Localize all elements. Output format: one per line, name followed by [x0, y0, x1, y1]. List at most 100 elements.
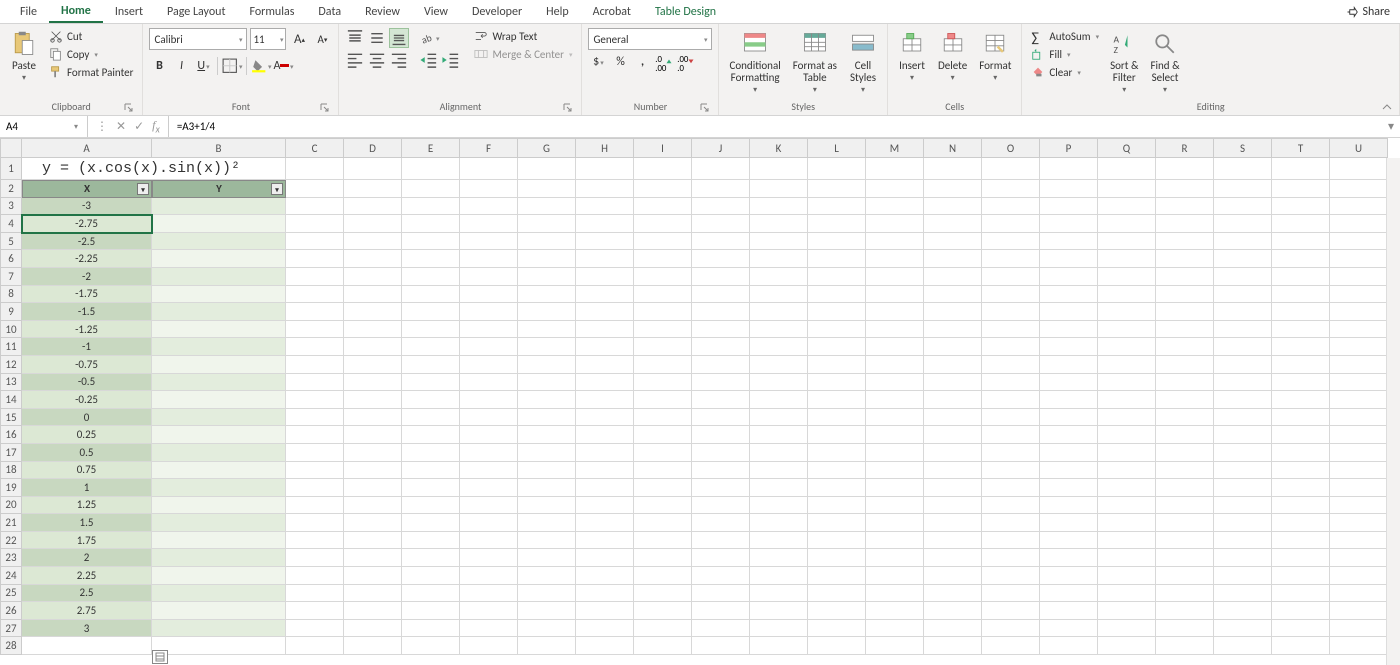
- cell-G17[interactable]: [518, 444, 576, 462]
- cell-D3[interactable]: [344, 198, 402, 216]
- cell-L3[interactable]: [808, 198, 866, 216]
- cell-H17[interactable]: [576, 444, 634, 462]
- cell-S9[interactable]: [1214, 303, 1272, 321]
- cell-U6[interactable]: [1330, 250, 1388, 268]
- cell-E9[interactable]: [402, 303, 460, 321]
- formula-input[interactable]: [169, 120, 1382, 133]
- cell-G3[interactable]: [518, 198, 576, 216]
- column-header-N[interactable]: N: [924, 138, 982, 158]
- borders-button[interactable]: ▾: [222, 56, 242, 76]
- cell-S15[interactable]: [1214, 409, 1272, 427]
- cell-T20[interactable]: [1272, 497, 1330, 515]
- cell-Q4[interactable]: [1098, 215, 1156, 233]
- cell-Q1[interactable]: [1098, 158, 1156, 180]
- cell-P8[interactable]: [1040, 286, 1098, 304]
- cell-U12[interactable]: [1330, 356, 1388, 374]
- cell-K2[interactable]: [750, 180, 808, 198]
- cell-Q25[interactable]: [1098, 585, 1156, 603]
- cell-U27[interactable]: [1330, 620, 1388, 638]
- cell-G25[interactable]: [518, 585, 576, 603]
- percent-format-button[interactable]: %: [610, 52, 630, 72]
- cell-J13[interactable]: [692, 374, 750, 392]
- cell-I27[interactable]: [634, 620, 692, 638]
- cell-S23[interactable]: [1214, 549, 1272, 567]
- cell-C18[interactable]: [286, 462, 344, 480]
- cell-Q28[interactable]: [1098, 637, 1156, 655]
- cell-P27[interactable]: [1040, 620, 1098, 638]
- cell-A3[interactable]: -3: [22, 198, 152, 216]
- cell-N25[interactable]: [924, 585, 982, 603]
- cell-L23[interactable]: [808, 549, 866, 567]
- cell-G6[interactable]: [518, 250, 576, 268]
- cell-L7[interactable]: [808, 268, 866, 286]
- cell-P6[interactable]: [1040, 250, 1098, 268]
- cell-B14[interactable]: [152, 391, 286, 409]
- tab-page-layout[interactable]: Page Layout: [155, 2, 237, 22]
- autofill-options-button[interactable]: [152, 650, 168, 664]
- cell-U5[interactable]: [1330, 233, 1388, 251]
- cell-O24[interactable]: [982, 567, 1040, 585]
- cell-Q7[interactable]: [1098, 268, 1156, 286]
- cell-D18[interactable]: [344, 462, 402, 480]
- cell-A12[interactable]: -0.75: [22, 356, 152, 374]
- cell-N6[interactable]: [924, 250, 982, 268]
- row-header-2[interactable]: 2: [0, 180, 22, 198]
- cell-U21[interactable]: [1330, 514, 1388, 532]
- cell-N12[interactable]: [924, 356, 982, 374]
- column-header-Q[interactable]: Q: [1098, 138, 1156, 158]
- cell-F1[interactable]: [460, 158, 518, 180]
- cell-I21[interactable]: [634, 514, 692, 532]
- cell-G28[interactable]: [518, 637, 576, 655]
- cell-E20[interactable]: [402, 497, 460, 515]
- tab-help[interactable]: Help: [534, 2, 581, 22]
- cell-J12[interactable]: [692, 356, 750, 374]
- cell-C7[interactable]: [286, 268, 344, 286]
- cell-H12[interactable]: [576, 356, 634, 374]
- tab-home[interactable]: Home: [49, 1, 103, 23]
- cell-M7[interactable]: [866, 268, 924, 286]
- cell-S6[interactable]: [1214, 250, 1272, 268]
- insert-cells-button[interactable]: Insert▾: [894, 28, 930, 85]
- cell-P17[interactable]: [1040, 444, 1098, 462]
- cell-F20[interactable]: [460, 497, 518, 515]
- cell-P23[interactable]: [1040, 549, 1098, 567]
- cell-A24[interactable]: 2.25: [22, 567, 152, 585]
- cell-E5[interactable]: [402, 233, 460, 251]
- cell-L18[interactable]: [808, 462, 866, 480]
- cell-D20[interactable]: [344, 497, 402, 515]
- cell-T14[interactable]: [1272, 391, 1330, 409]
- cell-O22[interactable]: [982, 532, 1040, 550]
- cell-F14[interactable]: [460, 391, 518, 409]
- font-size-select[interactable]: 11▾: [250, 28, 286, 50]
- filter-x-button[interactable]: ▾: [137, 183, 149, 195]
- cell-T15[interactable]: [1272, 409, 1330, 427]
- column-header-T[interactable]: T: [1272, 138, 1330, 158]
- cell-E6[interactable]: [402, 250, 460, 268]
- cell-Q12[interactable]: [1098, 356, 1156, 374]
- cell-T1[interactable]: [1272, 158, 1330, 180]
- cell-I19[interactable]: [634, 479, 692, 497]
- row-header-3[interactable]: 3: [0, 198, 22, 216]
- cell-L17[interactable]: [808, 444, 866, 462]
- cell-H9[interactable]: [576, 303, 634, 321]
- merge-center-button[interactable]: Merge & Center▾: [471, 46, 575, 62]
- clear-button[interactable]: Clear▾: [1028, 64, 1102, 80]
- cell-T13[interactable]: [1272, 374, 1330, 392]
- cell-B15[interactable]: [152, 409, 286, 427]
- tab-insert[interactable]: Insert: [103, 2, 155, 22]
- cell-N1[interactable]: [924, 158, 982, 180]
- increase-font-button[interactable]: A▴: [289, 29, 309, 49]
- cell-G24[interactable]: [518, 567, 576, 585]
- cell-Q13[interactable]: [1098, 374, 1156, 392]
- table-header-y[interactable]: Y▾: [152, 180, 286, 198]
- cell-S22[interactable]: [1214, 532, 1272, 550]
- cell-L26[interactable]: [808, 602, 866, 620]
- cell-R12[interactable]: [1156, 356, 1214, 374]
- cell-R13[interactable]: [1156, 374, 1214, 392]
- cell-B16[interactable]: [152, 426, 286, 444]
- cell-P13[interactable]: [1040, 374, 1098, 392]
- cell-K10[interactable]: [750, 321, 808, 339]
- cell-J16[interactable]: [692, 426, 750, 444]
- cell-A23[interactable]: 2: [22, 549, 152, 567]
- cell-C26[interactable]: [286, 602, 344, 620]
